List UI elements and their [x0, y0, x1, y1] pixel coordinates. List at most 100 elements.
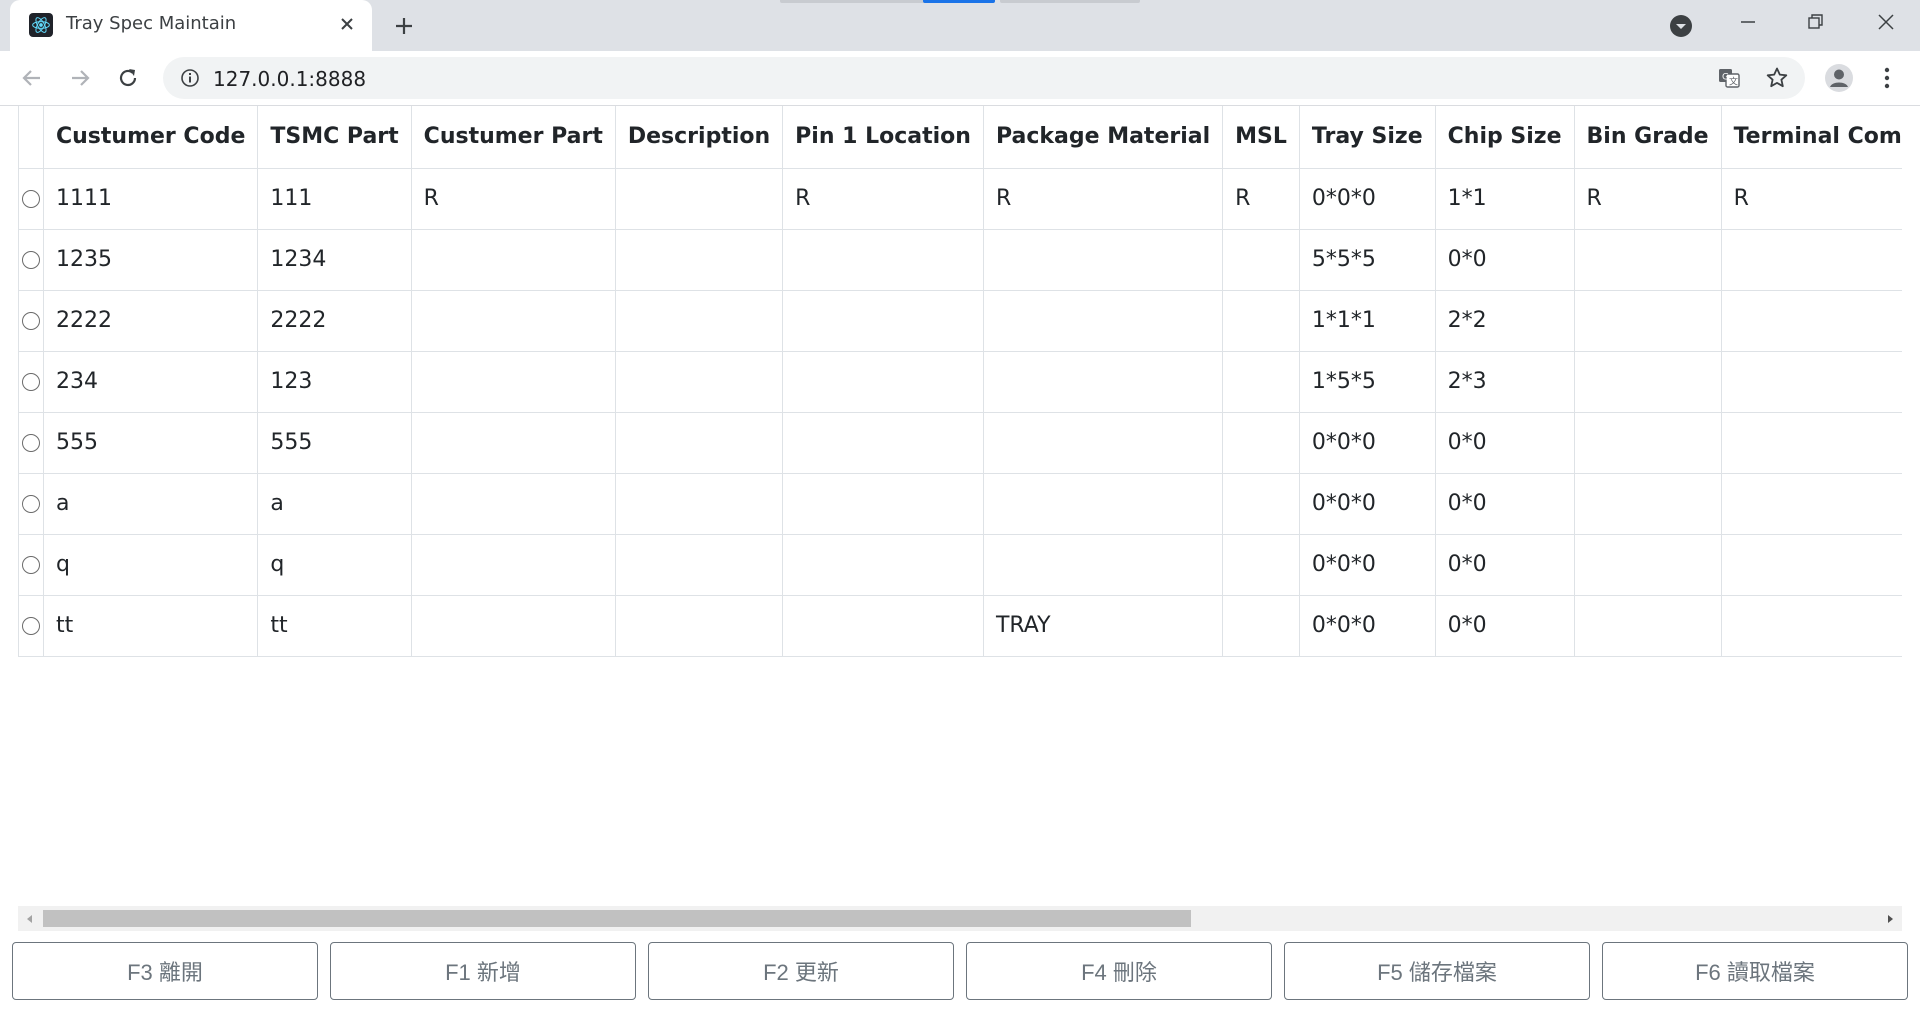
save-file-button[interactable]: F5 儲存檔案: [1284, 942, 1590, 1000]
cell-pin-1-location: [782, 594, 984, 657]
profile-avatar-icon[interactable]: [1822, 61, 1856, 95]
header-msl[interactable]: MSL: [1222, 106, 1300, 169]
cell-pin-1-location: [782, 228, 984, 291]
back-icon[interactable]: [14, 60, 50, 96]
cell-tsmc-part: tt: [257, 594, 412, 657]
cell-terminal-composition: [1720, 411, 1902, 474]
url-text[interactable]: 127.0.0.1:8888: [213, 67, 366, 91]
cell-terminal-composition: [1720, 228, 1902, 291]
site-info-icon[interactable]: [179, 67, 201, 89]
horizontal-scrollbar[interactable]: [18, 906, 1902, 931]
header-custumer-part[interactable]: Custumer Part: [410, 106, 616, 169]
close-window-icon[interactable]: [1858, 0, 1914, 44]
cell-bin-grade: [1573, 472, 1722, 535]
cell-custumer-code: 234: [42, 350, 259, 413]
cell-tsmc-part: q: [257, 533, 412, 596]
cell-custumer-part: R: [410, 167, 616, 230]
restore-icon[interactable]: [1788, 0, 1844, 44]
cell-description: [614, 228, 784, 291]
scrollbar-thumb[interactable]: [43, 910, 1191, 927]
row-radio-button[interactable]: [22, 617, 40, 635]
cell-msl: [1222, 411, 1300, 474]
row-radio-button[interactable]: [22, 556, 40, 574]
browser-tab[interactable]: Tray Spec Maintain: [10, 0, 372, 51]
cell-terminal-composition: [1720, 289, 1902, 352]
table-row[interactable]: 1235 1234 5*5*5 0*0: [18, 228, 1902, 291]
header-tray-size[interactable]: Tray Size: [1298, 106, 1436, 169]
cell-description: [614, 533, 784, 596]
table-row[interactable]: q q 0*0*0 0*0: [18, 533, 1902, 596]
row-radio-button[interactable]: [22, 434, 40, 452]
cell-custumer-code: tt: [42, 594, 259, 657]
react-logo-icon: [29, 13, 53, 37]
row-select-cell: [18, 411, 44, 474]
header-chip-size[interactable]: Chip Size: [1434, 106, 1575, 169]
browser-menu-icon[interactable]: [1870, 61, 1904, 95]
table-row[interactable]: 2222 2222 1*1*1 2*2: [18, 289, 1902, 352]
table-row[interactable]: 1111 111 R R R R 0*0*0 1*1 R R: [18, 167, 1902, 230]
row-radio-button[interactable]: [22, 251, 40, 269]
exit-button[interactable]: F3 離開: [12, 942, 318, 1000]
table-row[interactable]: 234 123 1*5*5 2*3: [18, 350, 1902, 413]
page-content: Custumer Code TSMC Part Custumer Part De…: [0, 106, 1920, 1020]
forward-icon[interactable]: [62, 60, 98, 96]
cell-tray-size: 0*0*0: [1298, 594, 1436, 657]
cell-msl: [1222, 289, 1300, 352]
translate-icon[interactable]: G文: [1715, 64, 1743, 92]
cell-custumer-code: 1235: [42, 228, 259, 291]
load-file-button[interactable]: F6 讀取檔案: [1602, 942, 1908, 1000]
cell-chip-size: 2*2: [1434, 289, 1575, 352]
row-radio-button[interactable]: [22, 495, 40, 513]
cell-custumer-part: [410, 594, 616, 657]
cell-msl: R: [1222, 167, 1300, 230]
table-header-row: Custumer Code TSMC Part Custumer Part De…: [18, 106, 1902, 169]
scroll-left-arrow-icon[interactable]: [18, 906, 42, 931]
tab-load-indicator: [780, 0, 930, 3]
table-row[interactable]: 555 555 0*0*0 0*0: [18, 411, 1902, 474]
header-pin-1-location[interactable]: Pin 1 Location: [782, 106, 984, 169]
table-row[interactable]: tt tt TRAY 0*0*0 0*0: [18, 594, 1902, 657]
cell-msl: [1222, 472, 1300, 535]
cell-pin-1-location: [782, 533, 984, 596]
cell-description: [614, 167, 784, 230]
cell-package-material: [982, 350, 1224, 413]
header-tsmc-part[interactable]: TSMC Part: [257, 106, 412, 169]
cell-tsmc-part: 555: [257, 411, 412, 474]
cell-custumer-code: 555: [42, 411, 259, 474]
cell-bin-grade: [1573, 228, 1722, 291]
header-bin-grade[interactable]: Bin Grade: [1573, 106, 1722, 169]
cell-custumer-code: 1111: [42, 167, 259, 230]
cell-chip-size: 0*0: [1434, 472, 1575, 535]
reload-icon[interactable]: [110, 60, 146, 96]
row-radio-button[interactable]: [22, 312, 40, 330]
header-select: [18, 106, 44, 169]
scroll-right-arrow-icon[interactable]: [1878, 906, 1902, 931]
cell-custumer-code: a: [42, 472, 259, 535]
cell-package-material: [982, 472, 1224, 535]
cell-pin-1-location: [782, 411, 984, 474]
add-button[interactable]: F1 新增: [330, 942, 636, 1000]
cell-tray-size: 1*1*1: [1298, 289, 1436, 352]
cell-tsmc-part: 111: [257, 167, 412, 230]
new-tab-icon[interactable]: [388, 10, 420, 42]
tab-load-indicator: [1000, 0, 1140, 3]
bookmark-star-icon[interactable]: [1763, 64, 1791, 92]
cell-tray-size: 0*0*0: [1298, 533, 1436, 596]
table-row[interactable]: a a 0*0*0 0*0: [18, 472, 1902, 535]
tab-close-icon[interactable]: [333, 10, 361, 38]
row-radio-button[interactable]: [22, 190, 40, 208]
header-terminal-composition[interactable]: Terminal Composition: [1720, 106, 1902, 169]
address-bar[interactable]: 127.0.0.1:8888 G文: [163, 57, 1805, 99]
row-radio-button[interactable]: [22, 373, 40, 391]
header-description[interactable]: Description: [614, 106, 784, 169]
cell-package-material: [982, 533, 1224, 596]
minimize-icon[interactable]: [1720, 0, 1776, 44]
update-button[interactable]: F2 更新: [648, 942, 954, 1000]
tab-search-icon[interactable]: [1653, 4, 1709, 48]
delete-button[interactable]: F4 刪除: [966, 942, 1272, 1000]
header-package-material[interactable]: Package Material: [982, 106, 1224, 169]
cell-custumer-part: [410, 289, 616, 352]
cell-tray-size: 0*0*0: [1298, 411, 1436, 474]
cell-terminal-composition: [1720, 533, 1902, 596]
header-custumer-code[interactable]: Custumer Code: [42, 106, 259, 169]
